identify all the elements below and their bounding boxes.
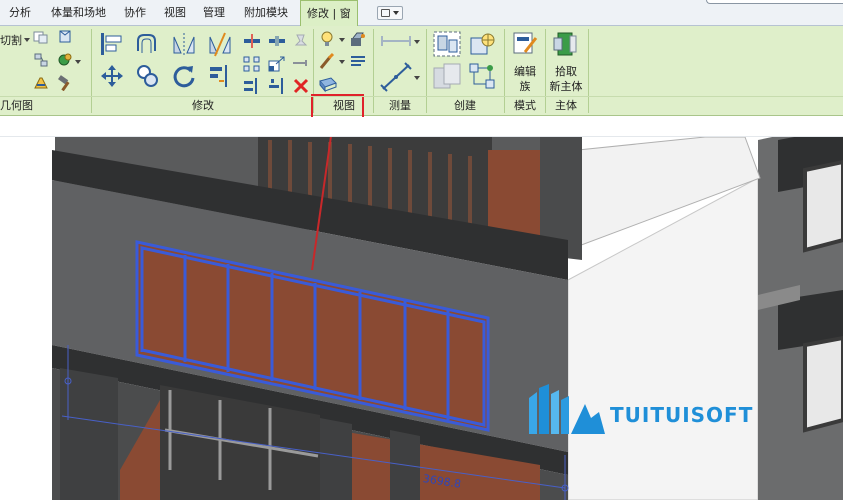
tab-manage[interactable]: 管理 [201,0,227,26]
delete-icon[interactable] [292,77,310,95]
panel-icon [381,9,390,17]
ribbon-tab-bar: 分析 体量和场地 协作 视图 管理 附加模块 修改 | 窗 [0,0,843,27]
tab-analyze[interactable]: 分析 [7,0,33,26]
copy-icon[interactable] [135,63,161,89]
trim-extend-icon[interactable] [207,63,233,89]
panel-display-dropdown[interactable] [377,6,403,20]
tab-modify-window[interactable]: 修改 | 窗 [300,0,358,27]
edit-family-label-1[interactable]: 编辑 [507,64,543,79]
chevron-down-icon[interactable] [414,40,420,44]
measure-between-icon[interactable] [380,34,412,48]
panel-label-geometry: 几何图形 [0,99,33,129]
panel-label-host: 主体 [555,99,577,112]
mirror-pick-axis-icon[interactable] [171,31,197,57]
pick-new-host-icon[interactable] [552,30,580,58]
split-element-icon[interactable] [243,32,261,50]
array-icon[interactable] [243,55,261,73]
chevron-down-icon[interactable] [75,60,81,64]
chevron-down-icon[interactable] [414,76,420,80]
align-icon[interactable] [99,31,125,57]
chevron-down-icon[interactable] [24,38,30,42]
create-parts-icon[interactable] [468,30,498,58]
rotate-icon[interactable] [171,63,197,89]
panel-label-mode: 模式 [514,99,536,112]
options-bar [0,117,843,137]
chevron-down-icon [393,11,399,15]
panel-label-row [0,96,843,116]
panel-label-measure: 测量 [389,99,411,112]
create-group-icon[interactable] [432,30,462,58]
hammer-icon[interactable] [57,75,73,91]
similar-icon[interactable] [432,62,464,92]
infocenter-edge [706,0,843,4]
split-face-icon[interactable] [33,52,49,68]
assembly-icon[interactable] [468,62,498,92]
scale-icon[interactable] [268,55,286,73]
move-icon[interactable] [99,63,125,89]
3d-viewport[interactable]: 3698.8 TUITUISOFT [0,137,843,500]
aligned-dimension-icon[interactable] [380,62,412,92]
chevron-down-icon[interactable] [339,60,345,64]
chevron-down-icon[interactable] [339,38,345,42]
lightbulb-icon[interactable] [318,30,336,48]
tab-addins[interactable]: 附加模块 [242,0,290,26]
join-icon[interactable] [33,29,49,45]
tab-collaborate[interactable]: 协作 [122,0,148,26]
unpin-icon[interactable] [292,32,310,50]
ribbon: 切割 编辑 族 拾取 新主体 几何图 修改 视图 测量 创建 模式 主体 [0,26,843,129]
offset-icon[interactable] [135,31,161,57]
edit-family-label-2[interactable]: 族 [507,79,543,94]
demolish-icon[interactable] [33,75,49,91]
tab-view[interactable]: 视图 [162,0,188,26]
paint-icon[interactable] [57,52,73,68]
filter-lines-icon[interactable] [349,52,367,70]
wall-join-icon[interactable] [57,29,73,45]
panel-label-view: 视图 [333,99,355,112]
cut-label[interactable]: 切割 [0,32,22,48]
building-model[interactable] [0,137,843,500]
edit-family-icon[interactable] [511,30,539,56]
trim-multiple-icon[interactable] [243,77,261,95]
view-tool-button[interactable] [318,75,338,93]
pin-icon[interactable] [292,55,310,73]
pick-host-label-2[interactable]: 新主体 [546,79,586,94]
trim-single-icon[interactable] [268,77,286,95]
split-gap-icon[interactable] [268,32,286,50]
panel-label-create: 创建 [454,99,476,112]
pick-host-label-1[interactable]: 拾取 [546,64,586,79]
panel-label-modify: 修改 [192,99,214,112]
override-graphics-icon[interactable] [349,30,367,48]
mirror-draw-axis-icon[interactable] [207,31,233,57]
linework-brush-icon[interactable] [318,52,336,70]
watermark-text: TUITUISOFT [610,403,754,427]
tab-massing-site[interactable]: 体量和场地 [49,0,108,26]
